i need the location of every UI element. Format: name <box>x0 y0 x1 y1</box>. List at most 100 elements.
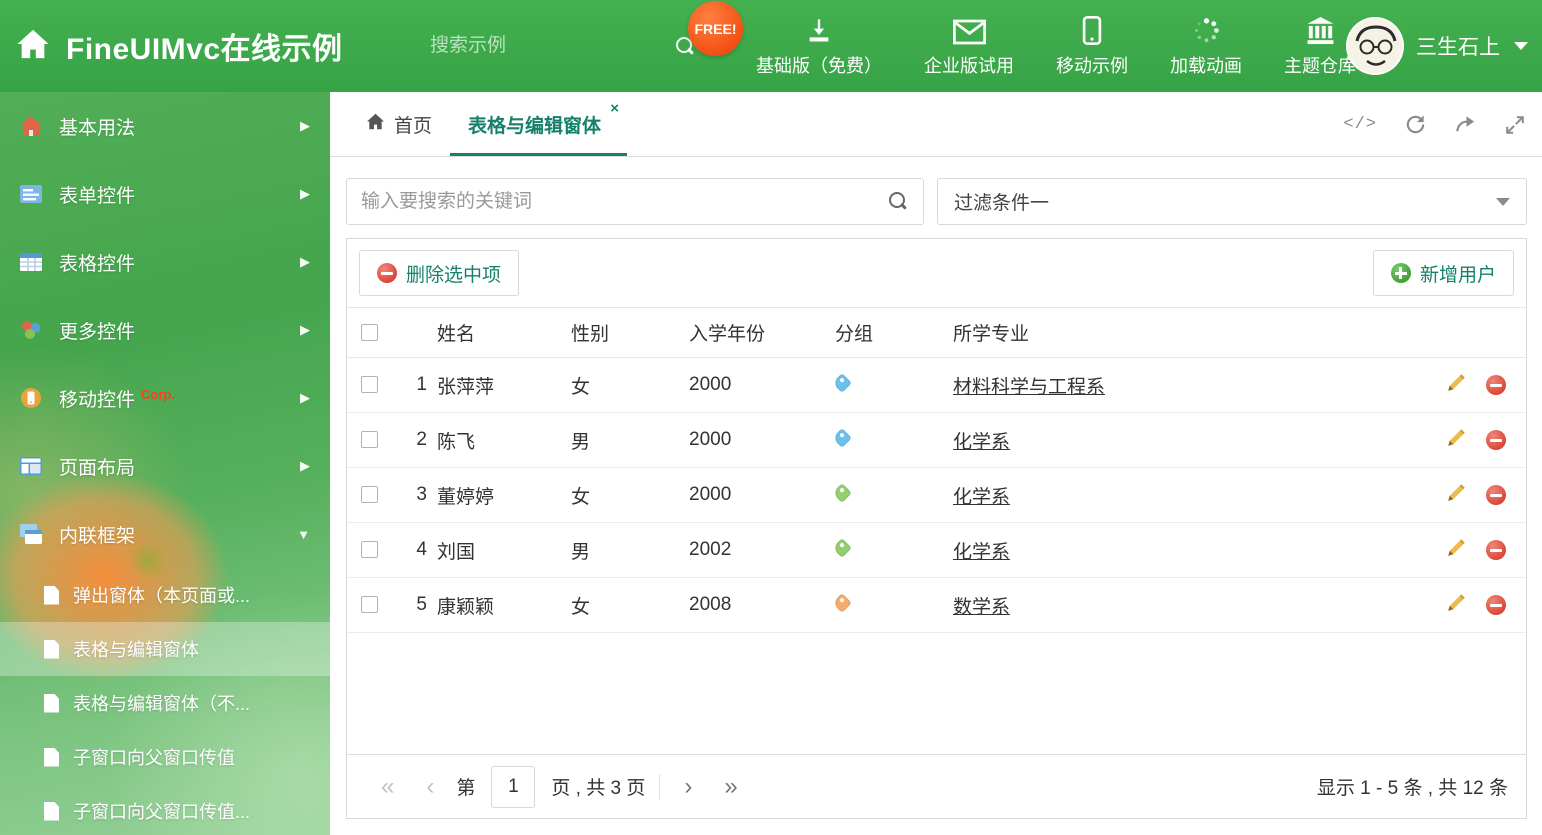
first-page-icon[interactable]: « <box>365 774 410 799</box>
app-title: FineUIMvc在线示例 <box>66 33 343 66</box>
cell-gender: 女 <box>571 467 689 523</box>
file-icon <box>44 639 59 659</box>
major-link[interactable]: 化学系 <box>953 432 1010 453</box>
tab-grid-edit-window[interactable]: 表格与编辑窗体 × <box>450 92 627 156</box>
avatar <box>1346 17 1404 75</box>
major-link[interactable]: 数学系 <box>953 597 1010 618</box>
col-year: 入学年份 <box>689 307 835 358</box>
col-name: 姓名 <box>437 307 571 358</box>
sidebar-item-grid-controls[interactable]: 表格控件 ▶ <box>0 228 330 296</box>
sidebar-child-grid-edit-window-2[interactable]: 表格与编辑窗体（不... <box>0 676 330 730</box>
close-icon[interactable]: × <box>610 101 619 116</box>
select-all-checkbox[interactable] <box>360 323 378 341</box>
header-search <box>430 24 692 68</box>
sidebar-item-page-layout[interactable]: 页面布局 ▶ <box>0 432 330 500</box>
tag-icon <box>832 373 852 393</box>
row-checkbox[interactable] <box>360 431 378 449</box>
chevron-down-icon <box>1496 197 1510 206</box>
bank-icon <box>1305 15 1336 45</box>
cell-gender: 男 <box>571 412 689 468</box>
keyword-search-input[interactable] <box>346 178 924 225</box>
col-gender: 性别 <box>571 307 689 358</box>
row-checkbox[interactable] <box>360 376 378 394</box>
delete-row-icon[interactable] <box>1486 485 1506 505</box>
chevron-right-icon: ▶ <box>300 390 310 405</box>
delete-row-icon[interactable] <box>1486 375 1506 395</box>
edit-icon[interactable] <box>1446 482 1467 509</box>
share-icon[interactable] <box>1454 113 1477 136</box>
chevron-right-icon: ▶ <box>300 186 310 201</box>
sidebar-item-more-controls[interactable]: 更多控件 ▶ <box>0 296 330 364</box>
users-table: 姓名 性别 入学年份 分组 所学专业 1 张萍萍 女 2000 材料科学与工程系… <box>347 307 1526 633</box>
tag-icon <box>832 538 852 558</box>
row-checkbox[interactable] <box>360 541 378 559</box>
nav-label: 移动示例 <box>1056 55 1128 76</box>
tag-icon <box>832 483 852 503</box>
record-summary: 显示 1 - 5 条 , 共 12 条 <box>1316 778 1508 799</box>
sidebar-item-basic-usage[interactable]: 基本用法 ▶ <box>0 92 330 160</box>
widgets-icon <box>18 317 44 343</box>
sidebar-child-popup-window[interactable]: 弹出窗体（本页面或... <box>0 568 330 622</box>
add-icon <box>1390 263 1411 283</box>
table-row: 2 陈飞 男 2000 化学系 <box>347 412 1526 468</box>
chevron-right-icon: ▶ <box>300 322 310 337</box>
pagination-bar: « ‹ 第 页 , 共 3 页 › » 显示 1 - 5 条 , 共 12 条 <box>347 754 1526 818</box>
header-search-input[interactable] <box>430 35 675 57</box>
user-menu[interactable]: 三生石上 <box>1346 0 1528 92</box>
delete-selected-button[interactable]: 删除选中项 <box>359 250 520 296</box>
delete-row-icon[interactable] <box>1486 430 1506 450</box>
sidebar-child-grid-edit-window[interactable]: 表格与编辑窗体 <box>0 622 330 676</box>
row-checkbox[interactable] <box>360 486 378 504</box>
page-number-input[interactable] <box>491 765 536 808</box>
home-icon <box>18 113 44 139</box>
tab-home[interactable]: 首页 <box>348 92 450 156</box>
last-page-icon[interactable]: » <box>708 774 753 799</box>
sidebar-item-mobile-controls[interactable]: 移动控件 Corp. ▶ <box>0 364 330 432</box>
expand-icon[interactable] <box>1504 114 1526 136</box>
sidebar-child-child-to-parent[interactable]: 子窗口向父窗口传值 <box>0 730 330 784</box>
file-icon <box>44 693 59 713</box>
nav-enterprise-trial[interactable]: 企业版试用 <box>903 0 1035 92</box>
col-major: 所学专业 <box>953 307 1410 358</box>
nav-basic-edition[interactable]: 基础版（免费） <box>735 0 903 92</box>
cell-name: 康颖颖 <box>437 577 571 633</box>
app-header: FineUIMvc在线示例 FREE! 基础版（免费） 企业版试用 <box>0 0 1542 92</box>
major-link[interactable]: 化学系 <box>953 542 1010 563</box>
user-name: 三生石上 <box>1416 36 1500 59</box>
sidebar-item-form-controls[interactable]: 表单控件 ▶ <box>0 160 330 228</box>
search-icon[interactable] <box>888 191 908 211</box>
row-checkbox[interactable] <box>360 596 378 614</box>
next-page-icon[interactable]: › <box>668 774 708 799</box>
nav-label: 企业版试用 <box>924 55 1014 76</box>
remove-icon <box>377 263 397 283</box>
edit-icon[interactable] <box>1446 372 1467 399</box>
delete-row-icon[interactable] <box>1486 595 1506 615</box>
edit-icon[interactable] <box>1446 592 1467 619</box>
major-link[interactable]: 化学系 <box>953 487 1010 508</box>
nav-mobile-demo[interactable]: 移动示例 <box>1035 0 1149 92</box>
file-icon <box>44 585 59 605</box>
source-code-icon[interactable]: </> <box>1343 115 1377 134</box>
page-prefix: 第 <box>456 778 476 799</box>
brand[interactable]: FineUIMvc在线示例 <box>16 0 343 92</box>
nav-loading-animation[interactable]: 加载动画 <box>1149 0 1263 92</box>
chevron-right-icon: ▶ <box>300 254 310 269</box>
sidebar-item-inline-frame[interactable]: 内联框架 ▼ <box>0 500 330 568</box>
chevron-down-icon: ▼ <box>297 526 310 542</box>
sidebar-child-child-to-parent-2[interactable]: 子窗口向父窗口传值... <box>0 784 330 835</box>
mobile-icon <box>1082 15 1102 45</box>
refresh-icon[interactable] <box>1404 113 1427 136</box>
edit-icon[interactable] <box>1446 537 1467 564</box>
table-row: 5 康颖颖 女 2008 数学系 <box>347 577 1526 633</box>
tab-tools: </> <box>1343 92 1526 157</box>
prev-page-icon[interactable]: ‹ <box>410 774 450 799</box>
table-header-row: 姓名 性别 入学年份 分组 所学专业 <box>347 307 1526 358</box>
form-icon <box>18 181 44 207</box>
filter-dropdown[interactable]: 过滤条件一 <box>937 178 1527 225</box>
file-icon <box>44 801 59 821</box>
edit-icon[interactable] <box>1446 427 1467 454</box>
cell-year: 2000 <box>689 357 835 413</box>
delete-row-icon[interactable] <box>1486 540 1506 560</box>
major-link[interactable]: 材料科学与工程系 <box>953 377 1105 398</box>
add-user-button[interactable]: 新增用户 <box>1372 250 1514 296</box>
